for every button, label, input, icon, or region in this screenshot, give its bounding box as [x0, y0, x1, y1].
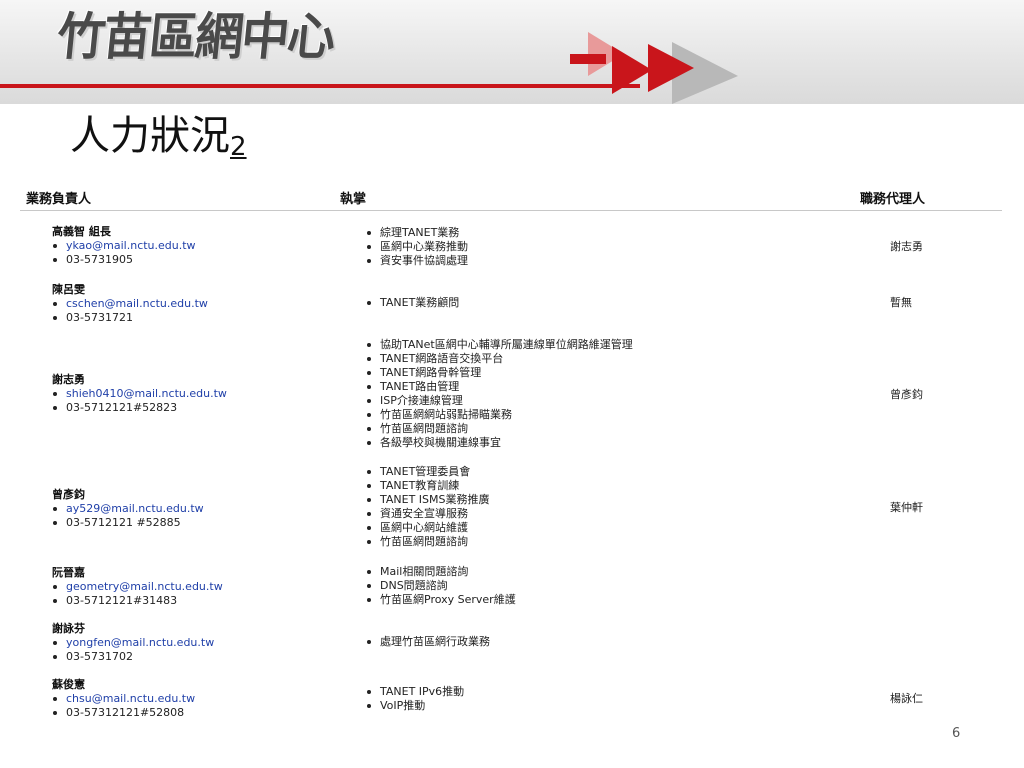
column-header-deputy: 職務代理人 — [860, 192, 926, 207]
duties-list: TANET IPv6推動 VoIP推動 — [366, 685, 464, 713]
email-link[interactable]: cschen@mail.nctu.edu.tw — [52, 297, 208, 311]
duty-item: 區網中心業務推動 — [366, 240, 468, 254]
deputy-name: 楊詠仁 — [890, 692, 923, 705]
duty-item: TANET網路語音交換平台 — [366, 352, 633, 366]
duty-item: 資安事件協調處理 — [366, 254, 468, 268]
person-cell: 曾彥鈞 ay529@mail.nctu.edu.tw 03-5712121 #5… — [52, 487, 204, 530]
email-link[interactable]: chsu@mail.nctu.edu.tw — [52, 692, 195, 706]
person-cell: 謝志勇 shieh0410@mail.nctu.edu.tw 03-571212… — [52, 372, 227, 415]
duty-item: 綜理TANET業務 — [366, 226, 468, 240]
page-number: 6 — [952, 726, 961, 741]
duty-item: 竹苗區網網站弱點掃瞄業務 — [366, 408, 633, 422]
duty-item: TANET ISMS業務推廣 — [366, 493, 489, 507]
duty-item: 協助TANet區網中心輔導所屬連線單位網路維運管理 — [366, 338, 633, 352]
duty-item: TANET路由管理 — [366, 380, 633, 394]
person-name: 蘇俊憲 — [52, 678, 85, 691]
duty-item: 竹苗區網問題諮詢 — [366, 535, 489, 549]
logo-text: 竹苗區網中心 — [54, 7, 337, 67]
duty-item: 處理竹苗區網行政業務 — [366, 635, 490, 649]
arrow-shape-bar — [570, 54, 606, 64]
phone-number: 03-5731721 — [52, 311, 208, 325]
duties-list: Mail相關問題諮詢 DNS問題諮詢 竹苗區網Proxy Server維護 — [366, 565, 516, 607]
deputy-name: 葉仲軒 — [890, 501, 923, 514]
slide-title-subscript: 2 — [230, 132, 247, 162]
duty-item: DNS問題諮詢 — [366, 579, 516, 593]
duty-item: TANET管理委員會 — [366, 465, 489, 479]
slide-header: 竹苗區網中心 — [0, 0, 1024, 104]
deputy-name: 曾彥鈞 — [890, 388, 923, 401]
duty-item: Mail相關問題諮詢 — [366, 565, 516, 579]
duty-item: 竹苗區網問題諮詢 — [366, 422, 633, 436]
duties-list: 處理竹苗區網行政業務 — [366, 635, 490, 649]
duty-item: 資通安全宣導服務 — [366, 507, 489, 521]
duties-list: TANET管理委員會 TANET教育訓練 TANET ISMS業務推廣 資通安全… — [366, 465, 489, 549]
duty-item: TANET業務顧問 — [366, 296, 459, 310]
person-name: 曾彥鈞 — [52, 488, 85, 501]
slide-title-text: 人力狀況 — [70, 113, 230, 159]
duty-item: 區網中心網站維護 — [366, 521, 489, 535]
duty-item: TANET IPv6推動 — [366, 685, 464, 699]
person-cell: 陳呂雯 cschen@mail.nctu.edu.tw 03-5731721 — [52, 282, 208, 325]
header-divider — [20, 210, 1002, 211]
email-link[interactable]: geometry@mail.nctu.edu.tw — [52, 580, 223, 594]
phone-number: 03-5712121 #52885 — [52, 516, 204, 530]
phone-number: 03-5731702 — [52, 650, 214, 664]
email-link[interactable]: ay529@mail.nctu.edu.tw — [52, 502, 204, 516]
person-name: 高義智 組長 — [52, 225, 111, 238]
deputy-name: 暫無 — [890, 296, 912, 309]
duties-list: TANET業務顧問 — [366, 296, 459, 310]
column-header-duties: 執掌 — [340, 192, 367, 207]
email-link[interactable]: yongfen@mail.nctu.edu.tw — [52, 636, 214, 650]
email-link[interactable]: ykao@mail.nctu.edu.tw — [52, 239, 196, 253]
duty-item: TANET教育訓練 — [366, 479, 489, 493]
person-cell: 蘇俊憲 chsu@mail.nctu.edu.tw 03-57312121#52… — [52, 677, 195, 720]
header-red-line — [0, 84, 640, 88]
phone-number: 03-5731905 — [52, 253, 196, 267]
duties-list: 綜理TANET業務 區網中心業務推動 資安事件協調處理 — [366, 226, 468, 268]
person-cell: 阮晉嘉 geometry@mail.nctu.edu.tw 03-5712121… — [52, 565, 223, 608]
duty-item: 竹苗區網Proxy Server維護 — [366, 593, 516, 607]
phone-number: 03-5712121#52823 — [52, 401, 227, 415]
person-name: 謝詠芬 — [52, 622, 85, 635]
phone-number: 03-5712121#31483 — [52, 594, 223, 608]
duty-item: ISP介接連線管理 — [366, 394, 633, 408]
person-cell: 謝詠芬 yongfen@mail.nctu.edu.tw 03-5731702 — [52, 621, 214, 664]
arrows-icon — [570, 32, 738, 104]
person-name: 阮晉嘉 — [52, 566, 85, 579]
slide-title: 人力狀況2 — [70, 112, 247, 163]
duty-item: VoIP推動 — [366, 699, 464, 713]
deputy-name: 謝志勇 — [890, 240, 923, 253]
phone-number: 03-57312121#52808 — [52, 706, 195, 720]
duty-item: TANET網路骨幹管理 — [366, 366, 633, 380]
person-name: 謝志勇 — [52, 373, 85, 386]
person-cell: 高義智 組長 ykao@mail.nctu.edu.tw 03-5731905 — [52, 224, 196, 267]
column-header-person: 業務負責人 — [26, 192, 92, 207]
duties-list: 協助TANet區網中心輔導所屬連線單位網路維運管理 TANET網路語音交換平台 … — [366, 338, 633, 450]
email-link[interactable]: shieh0410@mail.nctu.edu.tw — [52, 387, 227, 401]
arrow-shape-red-1 — [612, 46, 652, 94]
person-name: 陳呂雯 — [52, 283, 85, 296]
duty-item: 各級學校與機關連線事宜 — [366, 436, 633, 450]
